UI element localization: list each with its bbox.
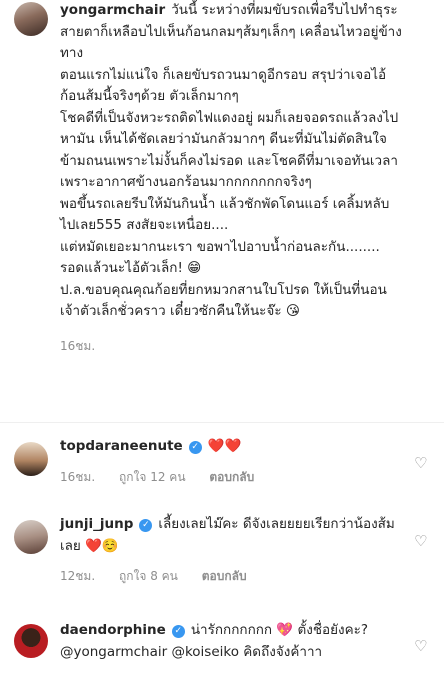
comment: junji_junp ✓ เลี้ยงเลยไม๊คะ ดีจังเลยยยยเรี… xyxy=(0,514,444,586)
comment-body: yongarmchair วันนี้ ระหว่างที่ผมขับรถเพื่… xyxy=(60,0,404,323)
comment-meta: 12ชม. ถูกใจ 8 คน ตอบกลับ xyxy=(60,567,404,586)
comment-text: วันนี้ ระหว่างที่ผมขับรถเพื่อรีบไปทำธุระ… xyxy=(60,2,402,319)
timestamp: 16ชม. xyxy=(60,469,96,484)
like-count[interactable]: ถูกใจ 8 คน xyxy=(119,569,178,583)
divider xyxy=(0,422,444,423)
reply-button[interactable]: ตอบกลับ xyxy=(209,470,254,484)
username[interactable]: yongarmchair xyxy=(60,2,165,18)
timestamp: 16ชม. xyxy=(60,338,96,353)
comment-body: daendorphine ✓ น่ารักกกกกกก 💖 ตั้งชื่อยังค… xyxy=(60,620,404,663)
comment-thread: yongarmchair วันนี้ ระหว่างที่ผมขับรถเพื่… xyxy=(0,0,444,696)
comment-meta: 16ชม. ถูกใจ 12 คน ตอบกลับ xyxy=(60,468,404,487)
verified-badge-icon: ✓ xyxy=(171,625,185,638)
username[interactable]: topdaraneenute xyxy=(60,438,183,454)
comment: topdaraneenute ✓ ❤️❤️ 16ชม. ถูกใจ 12 คน ตอ… xyxy=(0,436,444,487)
heart-outline-icon[interactable]: ♡ xyxy=(414,533,430,549)
like-count[interactable]: ถูกใจ 12 คน xyxy=(119,470,186,484)
heart-outline-icon[interactable]: ♡ xyxy=(414,455,430,471)
comment-body: topdaraneenute ✓ ❤️❤️ xyxy=(60,436,404,458)
heart-outline-icon[interactable]: ♡ xyxy=(414,638,430,654)
verified-badge-icon: ✓ xyxy=(188,441,202,454)
comment-meta: 16ชม. xyxy=(60,337,404,356)
comment-body: junji_junp ✓ เลี้ยงเลยไม๊คะ ดีจังเลยยยยเรี… xyxy=(60,514,404,557)
reply-button[interactable]: ตอบกลับ xyxy=(202,569,247,583)
timestamp: 12ชม. xyxy=(60,569,96,583)
username[interactable]: daendorphine xyxy=(60,622,166,638)
username[interactable]: junji_junp xyxy=(60,516,133,532)
caption-comment: yongarmchair วันนี้ ระหว่างที่ผมขับรถเพื่… xyxy=(0,0,444,356)
comment: daendorphine ✓ น่ารักกกกกกก 💖 ตั้งชื่อยังค… xyxy=(0,620,444,663)
verified-badge-icon: ✓ xyxy=(139,519,153,532)
comment-text: ❤️❤️ xyxy=(207,438,242,454)
